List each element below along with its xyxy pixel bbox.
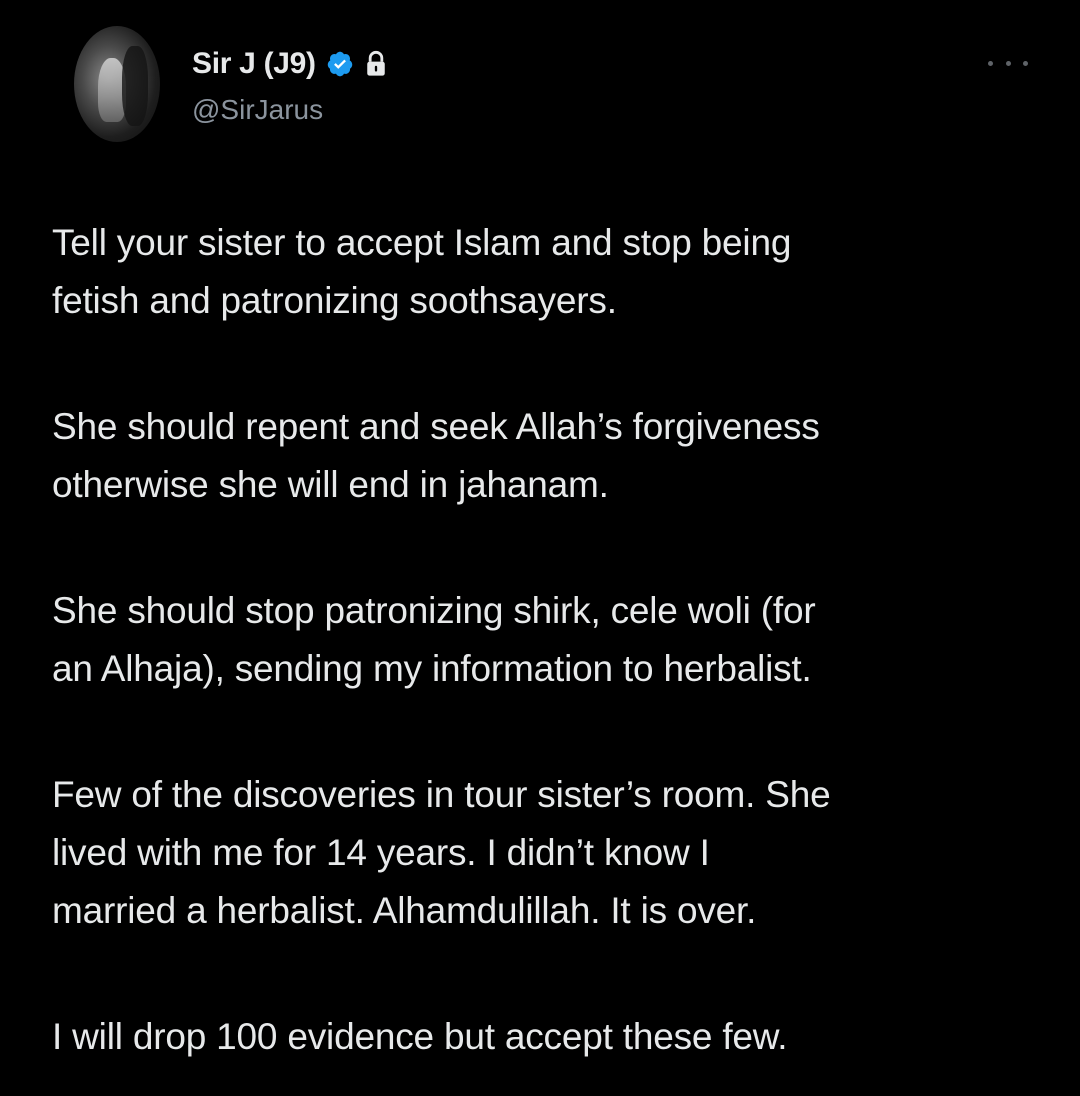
author-display-name[interactable]: Sir J (J9) <box>192 47 316 81</box>
tweet-paragraph: Few of the discoveries in tour sister’s … <box>52 774 831 931</box>
lock-icon <box>366 50 385 76</box>
tweet-card: Sir J (J9) @SirJarus Tell your sister to… <box>0 0 1080 1096</box>
tweet-header: Sir J (J9) @SirJarus <box>74 26 1034 150</box>
avatar[interactable] <box>74 26 160 142</box>
author-name-row: Sir J (J9) <box>192 44 388 84</box>
tweet-paragraph: She should stop patronizing shirk, cele … <box>52 590 816 689</box>
more-options-icon[interactable] <box>988 56 1028 70</box>
avatar-shadow <box>122 46 148 126</box>
tweet-paragraph: She should repent and seek Allah’s forgi… <box>52 406 820 505</box>
tweet-paragraph: I will drop 100 evidence but accept thes… <box>52 1016 788 1057</box>
verified-badge-icon <box>327 51 352 77</box>
more-dot-icon <box>988 60 993 66</box>
author-handle[interactable]: @SirJarus <box>192 94 323 126</box>
more-dot-icon <box>1005 60 1011 66</box>
tweet-paragraph: Tell your sister to accept Islam and sto… <box>52 222 792 321</box>
tweet-text: Tell your sister to accept Islam and sto… <box>52 214 1042 1066</box>
more-dot-icon <box>1023 60 1028 66</box>
